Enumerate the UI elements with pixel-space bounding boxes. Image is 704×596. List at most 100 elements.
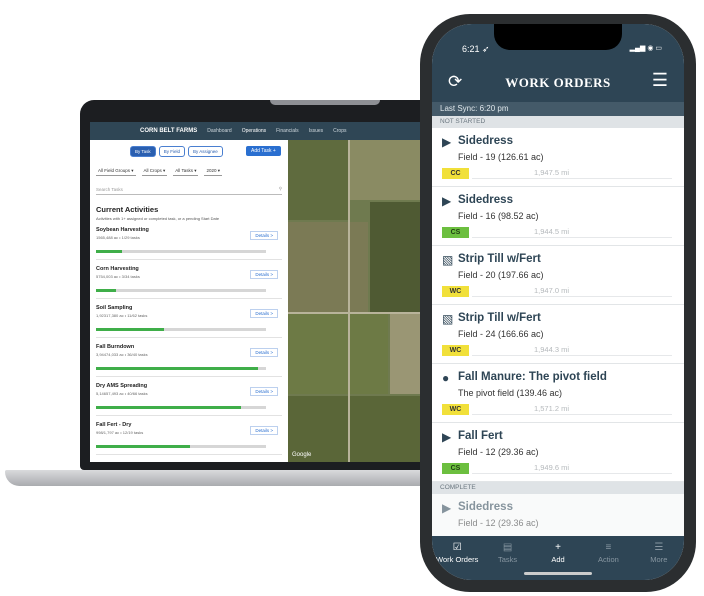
tab-label: Action bbox=[597, 555, 619, 564]
laptop-notch bbox=[270, 100, 380, 105]
divider bbox=[472, 296, 672, 297]
nav-crops[interactable]: Crops bbox=[333, 128, 346, 134]
divider bbox=[472, 355, 672, 356]
nav-issues[interactable]: Issues bbox=[309, 128, 323, 134]
search-placeholder: Search Tasks bbox=[96, 186, 123, 192]
laptop-mockup: CORN BELT FARMS Dashboard Operations Fin… bbox=[5, 100, 495, 486]
divider bbox=[472, 237, 672, 238]
section-not-started: NOT STARTED bbox=[432, 116, 684, 128]
current-activities-subtitle: Activities with 1+ assigned or completed… bbox=[96, 216, 220, 221]
activity-row[interactable]: Soybean Harvesting 1565,488 ac • 1/29 tas… bbox=[96, 227, 282, 260]
planter-icon: ▶ bbox=[442, 501, 452, 515]
operation-icon: ▧ bbox=[442, 312, 454, 326]
filter-row: All Field Groups ▾ All Crops ▾ All Tasks… bbox=[90, 157, 288, 176]
work-order-item[interactable]: ▶ Sidedress Field - 19 (126.61 ac) CC 1,947.… bbox=[432, 128, 684, 187]
activities-panel: By Task By Field By Assignee Add Task + … bbox=[90, 140, 288, 462]
current-activities-title: Current Activities bbox=[96, 205, 159, 214]
work-order-item[interactable]: ▧ Strip Till w/Fert Field - 24 (166.66 ac)… bbox=[432, 305, 684, 364]
crop-tag: CC bbox=[442, 168, 469, 179]
clipboard-icon: ▤ bbox=[502, 542, 513, 553]
work-order-distance: 1,947.0 mi bbox=[534, 286, 570, 295]
work-order-title: Strip Till w/Fert bbox=[458, 312, 541, 324]
toggle-by-task[interactable]: By Task bbox=[130, 146, 156, 157]
work-order-distance: 1,947.5 mi bbox=[534, 168, 570, 177]
search-icon: ⚲ bbox=[278, 186, 282, 191]
details-button[interactable]: Details > bbox=[250, 387, 278, 396]
work-order-field: Field - 20 (197.66 ac) bbox=[458, 270, 544, 280]
work-order-item[interactable]: ▶ Fall Fert Field - 12 (29.36 ac) CS 1,949.6… bbox=[432, 423, 684, 482]
work-order-list[interactable]: NOT STARTED ▶ Sidedress Field - 19 (126.61… bbox=[432, 116, 684, 536]
toggle-by-assignee[interactable]: By Assignee bbox=[187, 146, 223, 157]
filter-menu-icon[interactable]: ☰ bbox=[652, 70, 668, 91]
work-order-title: Strip Till w/Fert bbox=[458, 253, 541, 265]
filter-year[interactable]: 2020 ▾ bbox=[204, 167, 223, 176]
tab-label: Add bbox=[551, 555, 565, 564]
add-task-button[interactable]: Add Task + bbox=[246, 146, 281, 156]
status-time: 6:21 ➶ bbox=[462, 44, 490, 54]
section-complete: COMPLETE bbox=[432, 482, 684, 494]
work-order-item[interactable]: ▶ Sidedress Field - 12 (29.36 ac) bbox=[432, 494, 684, 536]
activity-progress-bar bbox=[96, 367, 266, 370]
work-order-distance: 1,944.3 mi bbox=[534, 345, 570, 354]
work-order-title: Sidedress bbox=[458, 501, 513, 513]
app-header: ⟳ WORK ORDERS ☰ bbox=[432, 62, 684, 102]
not-started-orders: ▶ Sidedress Field - 19 (126.61 ac) CC 1,947.… bbox=[432, 128, 684, 482]
home-indicator bbox=[524, 572, 592, 575]
tab-more[interactable]: ☰ More bbox=[634, 536, 684, 580]
work-order-title: Fall Fert bbox=[458, 430, 503, 442]
tab-work-orders[interactable]: ☑ Work Orders bbox=[432, 536, 482, 580]
map-field bbox=[288, 314, 388, 394]
activity-progress-bar bbox=[96, 328, 266, 331]
work-order-field: Field - 12 (29.36 ac) bbox=[458, 518, 539, 528]
operation-icon: ▶ bbox=[442, 194, 452, 208]
activity-list: Soybean Harvesting 1565,488 ac • 1/29 tas… bbox=[90, 227, 288, 455]
progress-fill bbox=[96, 367, 258, 370]
phone-screen: 6:21 ➶ ▂▄▆ ◉ ▭ ⟳ WORK ORDERS ☰ Last Sync… bbox=[432, 24, 684, 580]
menu-icon: ☰ bbox=[654, 542, 664, 553]
filter-crops[interactable]: All Crops ▾ bbox=[141, 167, 168, 176]
operation-icon: ▶ bbox=[442, 430, 452, 444]
nav-financials[interactable]: Financials bbox=[276, 128, 299, 134]
activity-row[interactable]: Soil Sampling 1,92317,380 ac • 11/62 task… bbox=[96, 305, 282, 338]
list-icon: ≡ bbox=[605, 542, 612, 553]
details-button[interactable]: Details > bbox=[250, 426, 278, 435]
filter-field-groups[interactable]: All Field Groups ▾ bbox=[96, 167, 136, 176]
work-order-field: Field - 19 (126.61 ac) bbox=[458, 152, 544, 162]
crop-tag: CS bbox=[442, 463, 469, 474]
work-order-title: Sidedress bbox=[458, 135, 513, 147]
crop-tag: WC bbox=[442, 404, 469, 415]
nav-operations[interactable]: Operations bbox=[242, 128, 266, 134]
work-order-item[interactable]: ● Fall Manure: The pivot field The pivot f… bbox=[432, 364, 684, 423]
activity-progress-bar bbox=[96, 406, 266, 409]
task-search-input[interactable]: Search Tasks ⚲ bbox=[96, 184, 282, 195]
work-order-field: Field - 16 (98.52 ac) bbox=[458, 211, 539, 221]
filter-tasks[interactable]: All Tasks ▾ bbox=[173, 167, 199, 176]
plus-icon: + bbox=[555, 542, 561, 553]
work-order-distance: 1,949.6 mi bbox=[534, 463, 570, 472]
crop-tag: CS bbox=[442, 227, 469, 238]
activity-row[interactable]: Fall Burndown 3,94474,033 ac • 36/40 task… bbox=[96, 344, 282, 377]
activity-progress-bar bbox=[96, 250, 266, 253]
laptop-top-nav: CORN BELT FARMS Dashboard Operations Fin… bbox=[90, 122, 450, 140]
details-button[interactable]: Details > bbox=[250, 270, 278, 279]
details-button[interactable]: Details > bbox=[250, 348, 278, 357]
laptop-screen: CORN BELT FARMS Dashboard Operations Fin… bbox=[90, 122, 450, 462]
details-button[interactable]: Details > bbox=[250, 231, 278, 240]
activity-row[interactable]: Dry AMS Spreading 5,14657,493 ac • 40/66 … bbox=[96, 383, 282, 416]
map-road bbox=[348, 140, 350, 462]
tab-label: Tasks bbox=[498, 555, 518, 564]
signal-battery-icons: ▂▄▆ ◉ ▭ bbox=[629, 45, 662, 52]
details-button[interactable]: Details > bbox=[250, 309, 278, 318]
work-order-item[interactable]: ▶ Sidedress Field - 16 (98.52 ac) CS 1,944.5… bbox=[432, 187, 684, 246]
divider bbox=[472, 414, 672, 415]
work-order-distance: 1,571.2 mi bbox=[534, 404, 570, 413]
work-order-item[interactable]: ▧ Strip Till w/Fert Field - 20 (197.66 ac)… bbox=[432, 246, 684, 305]
operation-icon: ● bbox=[442, 371, 450, 385]
activity-row[interactable]: Fall Fert - Dry 998/1,797 ac • 12/19 task… bbox=[96, 422, 282, 455]
activity-progress-bar bbox=[96, 445, 266, 448]
activity-row[interactable]: Corn Harvesting 5754,003 ac • 3/34 tasks D… bbox=[96, 266, 282, 299]
work-order-field: The pivot field (139.46 ac) bbox=[458, 388, 563, 398]
toggle-by-field[interactable]: By Field bbox=[158, 146, 185, 157]
nav-dashboard[interactable]: Dashboard bbox=[207, 128, 231, 134]
operation-icon: ▶ bbox=[442, 135, 452, 149]
